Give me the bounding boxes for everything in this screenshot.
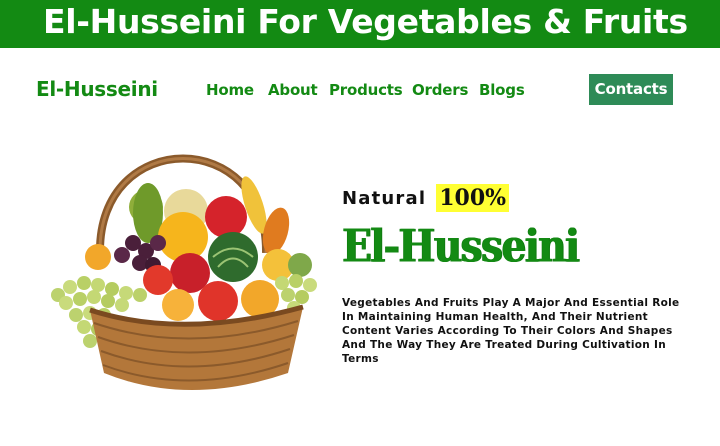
top-banner: El-Husseini For Vegetables & Fruits bbox=[0, 0, 720, 48]
site-title: El-Husseini For Vegetables & Fruits bbox=[43, 2, 688, 41]
nav-about-link[interactable]: About bbox=[268, 81, 318, 99]
fruit-basket-icon bbox=[38, 145, 328, 400]
tagline-percent-badge: 100% bbox=[436, 184, 510, 212]
nav-orders-link[interactable]: Orders bbox=[412, 81, 468, 99]
nav-products-link[interactable]: Products bbox=[329, 81, 403, 99]
hero-description: Vegetables And Fruits Play A Major And E… bbox=[342, 297, 680, 365]
hero-tagline: Natural 100% bbox=[342, 182, 510, 214]
nav-home-link[interactable]: Home bbox=[206, 81, 254, 99]
hero-title: El-Husseini bbox=[342, 220, 580, 273]
contacts-button[interactable]: Contacts bbox=[589, 74, 673, 105]
brand-logo[interactable]: El-Husseini bbox=[36, 77, 158, 101]
nav-blogs-link[interactable]: Blogs bbox=[479, 81, 525, 99]
tagline-natural: Natural bbox=[342, 187, 427, 209]
navbar: El-Husseini Home About Products Orders B… bbox=[0, 48, 720, 128]
